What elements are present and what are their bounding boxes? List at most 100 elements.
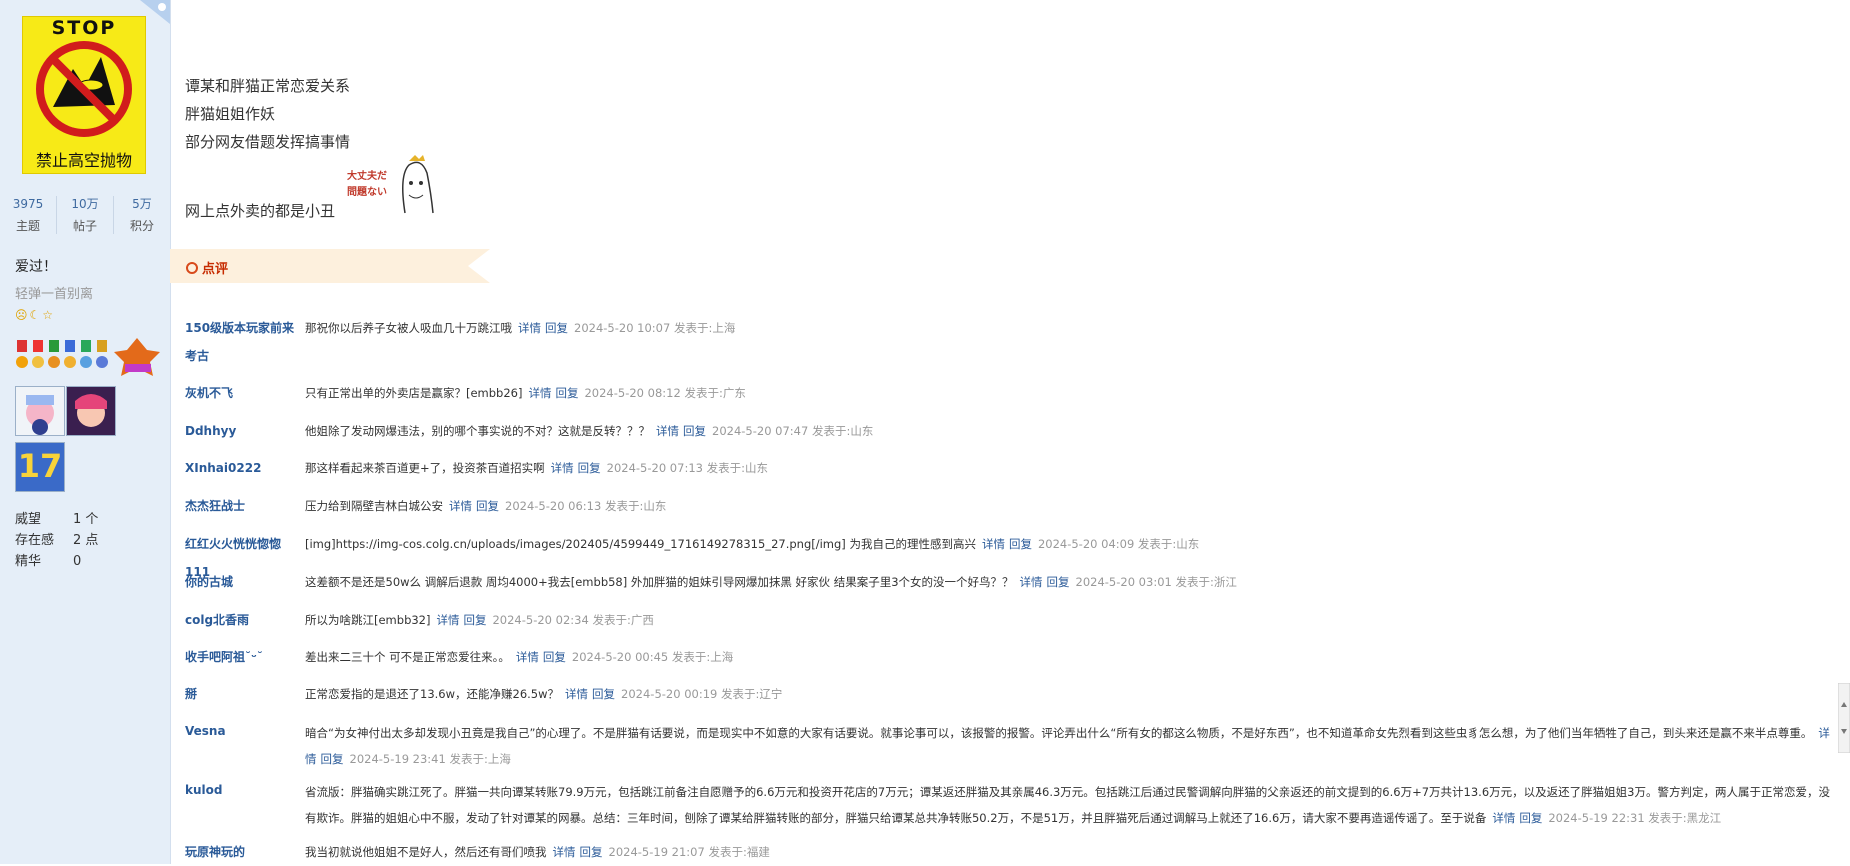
comment-meta: 2024-5-20 00:19 发表于:辽宁 <box>621 687 783 701</box>
comment-body: 这差额不是还是50w么 调解后退款 周均4000+我去[embb58] 外加胖猫… <box>305 571 1835 593</box>
comment-author[interactable]: 杰杰狂战士 <box>185 492 303 520</box>
comment-meta: 2024-5-19 23:41 发表于:上海 <box>349 752 511 766</box>
comment-author[interactable]: 灰机不飞 <box>185 379 303 407</box>
comment-meta: 2024-5-20 00:45 发表于:上海 <box>571 650 734 664</box>
comment-reply-link[interactable]: 回复 <box>555 386 578 400</box>
comment-detail-link[interactable]: 详情 <box>656 424 679 438</box>
post-line: 部分网友借题发挥搞事情 <box>185 133 351 151</box>
comment-detail-link[interactable]: 详情 <box>449 499 472 513</box>
stat-key: 精华 <box>15 554 42 569</box>
comment-detail-link[interactable]: 详情 <box>528 386 551 400</box>
comment-author[interactable]: 收手吧阿祖˘ᵕ˘ <box>185 643 303 671</box>
comment-detail-link[interactable]: 详情 <box>516 650 539 664</box>
badge-image-2 <box>66 386 116 436</box>
level-badge: 17 <box>15 442 65 492</box>
comment-detail-link[interactable]: 详情 <box>551 461 574 475</box>
comment-text: 那这样看起来茶百道更+了，投资茶百道招实啊 <box>305 461 545 475</box>
comment-detail-link[interactable]: 详情 <box>553 845 576 859</box>
level-icons: ☹☾☆ <box>15 308 56 322</box>
comment-reply-link[interactable]: 回复 <box>683 424 706 438</box>
avatar-caption: 禁止高空抛物 <box>35 151 132 170</box>
scroll-arrows-icon[interactable] <box>1838 683 1850 753</box>
comment-text: 我当初就说他姐姐不是好人，然后还有哥们喷我 <box>305 845 547 859</box>
comment-author[interactable]: 玩原神玩的 <box>185 838 303 866</box>
stat-value: 2 点 <box>73 533 99 548</box>
comment-meta: 2024-5-20 10:07 发表于:上海 <box>574 321 736 335</box>
comment-detail-link[interactable]: 详情 <box>436 613 459 627</box>
comment-body: 只有正常出单的外卖店是赢家？[embb26] 详情 回复 2024-5-20 08:1… <box>305 382 1835 404</box>
stat-num: 10万 <box>71 197 99 211</box>
comment-author[interactable]: colg北香雨 <box>185 606 303 634</box>
comment-reply-link[interactable]: 回复 <box>578 461 601 475</box>
comment-body: 省流版：胖猫确实跳江死了。胖猫一共向谭某转账79.9万元，包括跳江前备注自愿赠予… <box>305 779 1835 831</box>
comment-text: [img]https://img-cos.colg.cn/uploads/ima… <box>305 537 976 551</box>
comment-author[interactable]: Ddhhyy <box>185 417 303 445</box>
comment-author[interactable]: 150级版本玩家前来考古 <box>185 314 305 370</box>
comment-text: 他姐除了发动网爆违法，别的哪个事实说的不对？这就是反转？？？ <box>305 424 650 438</box>
comment-meta: 2024-5-20 04:09 发表于:山东 <box>1037 537 1200 551</box>
stat-label: 帖子 <box>72 219 97 233</box>
comment-body: 差出来二三十个 可不是正常恋爱往来。。 详情 回复 2024-5-20 00:45 发… <box>305 646 1835 668</box>
comment-reply-link[interactable]: 回复 <box>321 752 344 766</box>
post-line: 网上点外卖的都是小丑 <box>185 202 336 220</box>
comment-detail-link[interactable]: 详情 <box>982 537 1005 551</box>
comment-detail-link[interactable]: 详情 <box>1020 575 1043 589</box>
comment-body: 那祝你以后养子女被人吸血几十万跳江哦 详情 回复 2024-5-20 10:07 发表… <box>305 317 1835 339</box>
comment-reply-link[interactable]: 回复 <box>1009 537 1032 551</box>
stat-num: 5万 <box>132 197 152 211</box>
comment-author[interactable]: 你的古城 <box>185 568 303 596</box>
comment-text: 所以为啥跳江[embb32] <box>305 613 431 627</box>
stat-key: 存在感 <box>15 533 55 548</box>
comment-text: 差出来二三十个 可不是正常恋爱往来。。 <box>305 650 510 664</box>
comment-body: 正常恋爱指的是退还了13.6w，还能净赚26.5w？ 详情 回复 2024-5-20 … <box>305 683 1835 705</box>
comment-detail-link[interactable]: 详情 <box>1492 811 1515 825</box>
stat-label: 积分 <box>129 219 154 233</box>
comment-author[interactable]: 掰 <box>185 680 303 708</box>
comment-meta: 2024-5-20 08:12 发表于:广东 <box>584 386 746 400</box>
stat-key: 威望 <box>15 512 42 527</box>
comment-body: [img]https://img-cos.colg.cn/uploads/ima… <box>305 533 1835 555</box>
comment-text: 那祝你以后养子女被人吸血几十万跳江哦 <box>305 321 512 335</box>
comment-reply-link[interactable]: 回复 <box>1519 811 1542 825</box>
comment-detail-link[interactable]: 详情 <box>518 321 541 335</box>
comment-reply-link[interactable]: 回复 <box>543 650 566 664</box>
username[interactable]: 爱过！ <box>15 256 57 276</box>
comment-author[interactable]: kulod <box>185 776 303 804</box>
comment-body: 暗合“为女神付出太多却发现小丑竟是我自己”的心理了。不是胖猫有话要说，而是现实中… <box>305 720 1835 772</box>
comment-text: 正常恋爱指的是退还了13.6w，还能净赚26.5w？ <box>305 687 560 701</box>
post-line: 胖猫姐姐作妖 <box>185 105 276 123</box>
comment-author[interactable]: XInhai0222 <box>185 454 303 482</box>
stat-posts[interactable]: 10万 帖子 <box>57 196 114 234</box>
comment-reply-link[interactable]: 回复 <box>476 499 499 513</box>
comment-body: 我当初就说他姐姐不是好人，然后还有哥们喷我 详情 回复 2024-5-19 21:07… <box>305 841 1835 863</box>
comment-reply-link[interactable]: 回复 <box>592 687 615 701</box>
post-line: 谭某和胖猫正常恋爱关系 <box>185 77 351 95</box>
sticker-text: 大丈夫だ <box>347 171 387 182</box>
comment-detail-link[interactable]: 详情 <box>565 687 588 701</box>
user-stat-reputation: 威望 1 个 <box>15 508 98 527</box>
stat-label: 主题 <box>15 219 40 233</box>
stat-topics[interactable]: 3975 主题 <box>0 196 57 234</box>
user-sidebar: STOP 禁止高空抛物 3975 主题 10万 帖子 5万 积分 爱过！ 轻弹一… <box>0 0 171 864</box>
comment-meta: 2024-5-20 07:13 发表于:山东 <box>606 461 768 475</box>
comment-reply-link[interactable]: 回复 <box>545 321 568 335</box>
avatar[interactable]: STOP 禁止高空抛物 <box>22 16 146 174</box>
comment-meta: 2024-5-20 06:13 发表于:山东 <box>505 499 667 513</box>
comment-text: 这差额不是还是50w么 调解后退款 周均4000+我去[embb58] 外加胖猫… <box>305 575 1014 589</box>
user-signature: 轻弹一首别离 <box>15 287 94 302</box>
comment-text: 只有正常出单的外卖店是赢家？[embb26] <box>305 386 523 400</box>
comment-reply-link[interactable]: 回复 <box>1047 575 1070 589</box>
comment-author[interactable]: Vesna <box>185 717 303 745</box>
post-content: 谭某和胖猫正常恋爱关系 胖猫姐姐作妖 部分网友借题发挥搞事情 <box>185 72 350 156</box>
user-stats-bar: 3975 主题 10万 帖子 5万 积分 <box>0 196 170 234</box>
stat-value: 1 个 <box>73 512 99 527</box>
stat-num: 3975 <box>12 197 44 211</box>
user-stat-essence: 精华 0 <box>15 550 81 569</box>
comment-reply-link[interactable]: 回复 <box>463 613 486 627</box>
stat-points[interactable]: 5万 积分 <box>114 196 170 234</box>
review-circle-icon <box>186 262 198 274</box>
review-title: 点评 <box>202 262 229 277</box>
comment-reply-link[interactable]: 回复 <box>580 845 603 859</box>
badge-image-1 <box>15 386 65 436</box>
level-badge-number: 17 <box>17 447 63 485</box>
